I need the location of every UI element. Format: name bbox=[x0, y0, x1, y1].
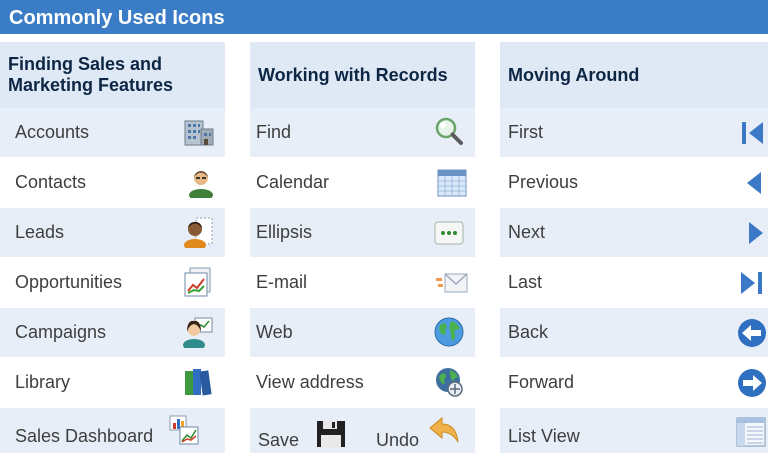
sales-dashboard-label: Sales Dashboard bbox=[15, 426, 154, 446]
previous-arrow-icon bbox=[739, 167, 768, 199]
next-label: Next bbox=[508, 222, 546, 242]
floppy-disk-icon bbox=[315, 418, 347, 450]
undo-arrow-icon bbox=[428, 414, 460, 446]
calendar-icon bbox=[436, 167, 468, 199]
find-label: Find bbox=[256, 122, 292, 142]
table-row: Accounts Find First bbox=[0, 108, 768, 157]
previous-label: Previous bbox=[508, 172, 579, 192]
envelope-icon bbox=[436, 267, 468, 299]
lead-person-icon bbox=[182, 216, 214, 248]
dashboard-chart-icon bbox=[168, 414, 200, 446]
back-circle-arrow-icon bbox=[736, 317, 768, 349]
accounts-label: Accounts bbox=[15, 122, 90, 142]
books-icon bbox=[182, 366, 214, 398]
view-address-label: View address bbox=[256, 372, 364, 392]
list-view-icon bbox=[735, 416, 767, 448]
contact-person-icon bbox=[185, 166, 217, 198]
globe-map-icon bbox=[433, 366, 465, 398]
forward-label: Forward bbox=[508, 372, 575, 392]
ellipsis-icon bbox=[433, 217, 465, 249]
column-header-working-with-records: Working with Records bbox=[250, 42, 475, 108]
first-record-icon bbox=[736, 117, 768, 149]
last-label: Last bbox=[508, 272, 543, 292]
magnifier-icon bbox=[433, 115, 465, 147]
table-row: Leads Ellipsis Next bbox=[0, 208, 768, 257]
forward-circle-arrow-icon bbox=[736, 367, 768, 399]
save-label: Save bbox=[258, 430, 300, 450]
library-label: Library bbox=[15, 372, 71, 392]
column-header-sales-marketing: Finding Sales and Marketing Features bbox=[0, 42, 225, 108]
contacts-label: Contacts bbox=[15, 172, 87, 192]
table-row: Contacts Calendar Previous bbox=[0, 158, 768, 207]
calendar-label: Calendar bbox=[256, 172, 330, 192]
ellipsis-label: Ellipsis bbox=[256, 222, 313, 242]
next-arrow-icon bbox=[739, 217, 768, 249]
icon-reference-sheet: Commonly Used Icons Finding Sales and Ma… bbox=[0, 0, 768, 453]
last-record-icon bbox=[736, 267, 768, 299]
list-view-label: List View bbox=[508, 426, 580, 446]
table-row: Campaigns Web Back bbox=[0, 308, 768, 357]
table-row: Opportunities E-mail Last bbox=[0, 258, 768, 307]
email-label: E-mail bbox=[256, 272, 308, 292]
accounts-building-icon bbox=[182, 117, 214, 149]
campaign-person-icon bbox=[182, 316, 214, 348]
leads-label: Leads bbox=[15, 222, 65, 242]
first-label: First bbox=[508, 122, 543, 142]
back-label: Back bbox=[508, 322, 549, 342]
column-header-moving-around: Moving Around bbox=[500, 42, 768, 108]
opportunity-chart-icon bbox=[182, 266, 214, 298]
page-title: Commonly Used Icons bbox=[0, 0, 768, 34]
opportunities-label: Opportunities bbox=[15, 272, 123, 292]
web-label: Web bbox=[256, 322, 293, 342]
table-row: Library View address Forward bbox=[0, 358, 768, 407]
campaigns-label: Campaigns bbox=[15, 322, 107, 342]
globe-icon bbox=[433, 316, 465, 348]
table-row: Sales Dashboard Save Undo List View bbox=[0, 408, 768, 453]
undo-label: Undo bbox=[376, 430, 420, 450]
